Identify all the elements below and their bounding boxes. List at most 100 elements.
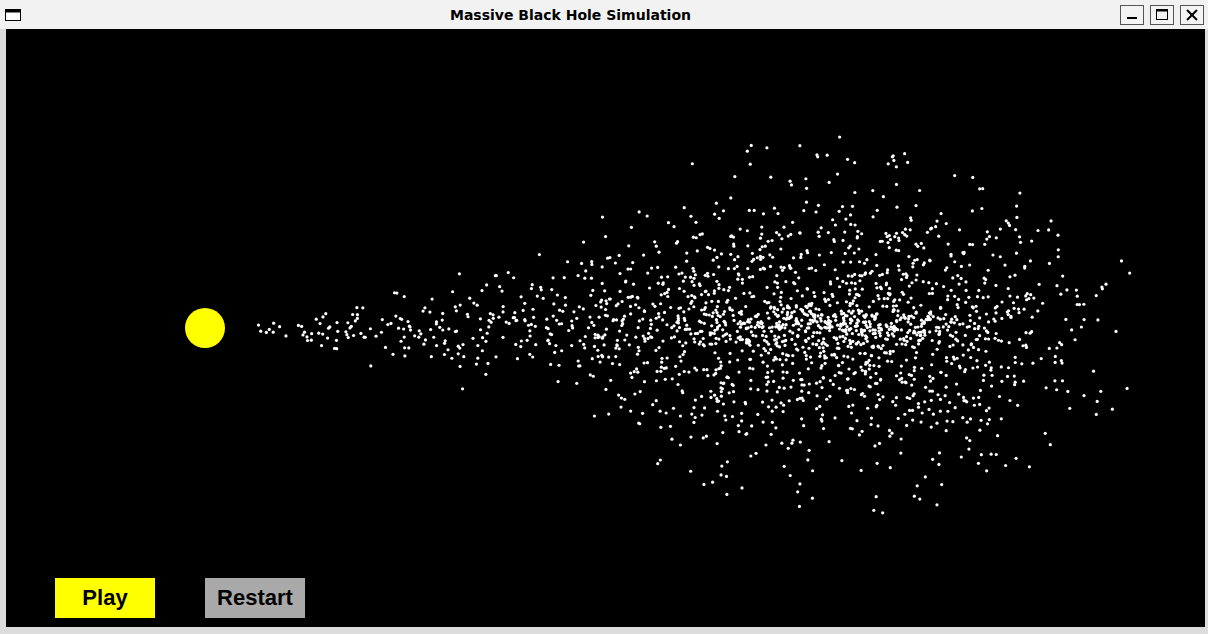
particle <box>1020 362 1023 365</box>
particle <box>929 227 932 230</box>
particle <box>859 365 862 368</box>
particle <box>847 310 850 313</box>
particle <box>1000 339 1003 342</box>
particle <box>987 295 990 298</box>
particle <box>501 336 504 339</box>
particle <box>782 410 785 413</box>
particle <box>435 320 438 323</box>
particle <box>724 340 727 343</box>
particle <box>740 486 743 489</box>
particle <box>872 332 875 335</box>
particle <box>903 413 906 416</box>
particle <box>762 325 765 328</box>
particle <box>820 319 823 322</box>
particle <box>960 265 963 268</box>
particle <box>827 231 830 234</box>
close-icon[interactable] <box>1180 5 1204 25</box>
particle <box>783 266 786 269</box>
particle <box>1032 297 1035 300</box>
particle <box>931 458 934 461</box>
particle <box>969 356 972 359</box>
particle <box>746 150 749 153</box>
particle <box>423 306 426 309</box>
particle <box>677 319 680 322</box>
particle <box>722 313 725 316</box>
particle <box>820 226 823 229</box>
particle <box>961 416 964 419</box>
particle <box>766 376 769 379</box>
particle <box>874 282 877 285</box>
particle <box>936 316 939 319</box>
particle <box>1038 283 1041 286</box>
particle <box>841 329 844 332</box>
particle <box>909 323 912 326</box>
particle <box>808 449 811 452</box>
particle <box>685 251 688 254</box>
particle <box>356 313 359 316</box>
particle <box>776 308 779 311</box>
particle <box>945 322 948 325</box>
particle <box>629 409 632 412</box>
particle <box>917 402 920 405</box>
particle <box>895 343 898 346</box>
particle <box>731 309 734 312</box>
particle <box>990 453 993 456</box>
maximize-icon[interactable] <box>1150 5 1174 25</box>
particle <box>731 383 734 386</box>
minimize-icon[interactable] <box>1120 5 1144 25</box>
particle <box>1015 252 1018 255</box>
particle <box>722 209 725 212</box>
particle <box>838 135 841 138</box>
particle <box>399 340 402 343</box>
particle <box>637 349 640 352</box>
particle <box>633 370 636 373</box>
particle <box>1128 271 1131 274</box>
particle <box>785 371 788 374</box>
particle <box>935 422 938 425</box>
particle <box>717 300 720 303</box>
particle <box>741 338 744 341</box>
particle <box>923 400 926 403</box>
particle <box>988 418 991 421</box>
particle <box>920 325 923 328</box>
particle <box>802 209 805 212</box>
particle <box>466 315 469 318</box>
particle <box>632 283 635 286</box>
particle <box>643 380 646 383</box>
particle <box>728 352 731 355</box>
particle <box>297 324 300 327</box>
particle <box>699 340 702 343</box>
particle <box>795 347 798 350</box>
particle <box>899 371 902 374</box>
particle <box>879 323 882 326</box>
particle <box>771 256 774 259</box>
particle <box>457 345 460 348</box>
particle <box>502 305 505 308</box>
particle <box>969 417 972 420</box>
particle <box>563 276 566 279</box>
particle <box>818 235 821 238</box>
particle <box>815 343 818 346</box>
particle <box>601 355 604 358</box>
particle <box>394 314 397 317</box>
particle <box>666 275 669 278</box>
particle <box>917 406 920 409</box>
particle <box>849 318 852 321</box>
particle <box>762 267 765 270</box>
particle <box>965 400 968 403</box>
window-icon[interactable] <box>5 9 21 21</box>
particle <box>897 249 900 252</box>
particle <box>934 225 937 228</box>
particle <box>841 361 844 364</box>
particle <box>1018 191 1021 194</box>
particle <box>552 302 555 305</box>
particle <box>400 318 403 321</box>
particle <box>844 252 847 255</box>
particle <box>851 205 854 208</box>
particle <box>793 282 796 285</box>
particle <box>959 366 962 369</box>
particle <box>523 302 526 305</box>
particle <box>678 340 681 343</box>
particle <box>787 354 790 357</box>
particle <box>868 367 871 370</box>
